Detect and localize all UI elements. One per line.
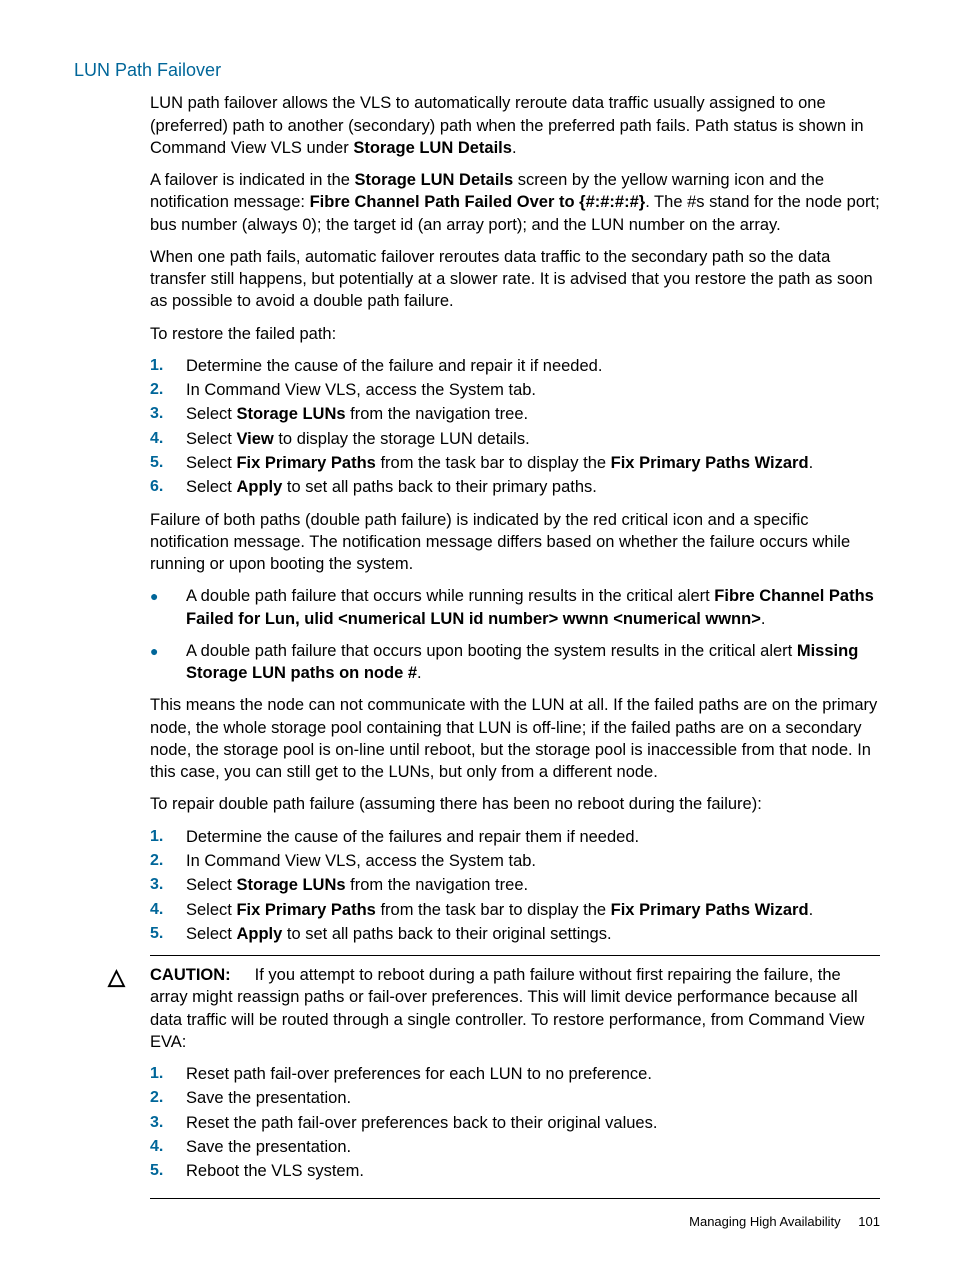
ordered-list-caution: 1.Reset path fail-over preferences for e…	[150, 1063, 880, 1182]
list-number: 1.	[150, 826, 186, 848]
ordered-list-repair: 1.Determine the cause of the failures an…	[150, 826, 880, 945]
list-item: 3.Reset the path fail-over preferences b…	[150, 1112, 880, 1134]
text: In Command View VLS, access the System t…	[186, 850, 880, 872]
list-item: 1.Determine the cause of the failures an…	[150, 826, 880, 848]
paragraph: This means the node can not communicate …	[150, 694, 880, 783]
text: Select Storage LUNs from the navigation …	[186, 874, 880, 896]
list-item: 3.Select Storage LUNs from the navigatio…	[150, 874, 880, 896]
text: Reset the path fail-over preferences bac…	[186, 1112, 880, 1134]
bullet-icon: ●	[150, 640, 186, 685]
bold-term: Storage LUN Details	[355, 171, 514, 189]
text: A double path failure that occurs while …	[186, 585, 880, 630]
list-number: 4.	[150, 1136, 186, 1158]
list-item: 4.Select Fix Primary Paths from the task…	[150, 899, 880, 921]
caution-icon: △	[108, 964, 150, 988]
text: A failover is indicated in the	[150, 171, 355, 189]
list-item: 1.Reset path fail-over preferences for e…	[150, 1063, 880, 1085]
bold-term: Storage LUN Details	[353, 139, 512, 157]
paragraph: LUN path failover allows the VLS to auto…	[150, 92, 880, 159]
list-item: 5.Select Apply to set all paths back to …	[150, 923, 880, 945]
paragraph: Failure of both paths (double path failu…	[150, 509, 880, 576]
list-item: 4.Select View to display the storage LUN…	[150, 428, 880, 450]
caution-label: CAUTION:	[150, 966, 231, 984]
caution-block: △ CAUTION:If you attempt to reboot durin…	[108, 955, 880, 1199]
text: A double path failure that occurs upon b…	[186, 640, 880, 685]
divider	[150, 1198, 880, 1199]
text: Determine the cause of the failure and r…	[186, 355, 880, 377]
section-heading: LUN Path Failover	[74, 58, 880, 82]
text: Select Fix Primary Paths from the task b…	[186, 452, 880, 474]
ordered-list-restore: 1.Determine the cause of the failure and…	[150, 355, 880, 499]
text: Reboot the VLS system.	[186, 1160, 880, 1182]
list-number: 2.	[150, 850, 186, 872]
list-number: 5.	[150, 923, 186, 945]
text: Reset path fail-over preferences for eac…	[186, 1063, 880, 1085]
list-item: ●A double path failure that occurs while…	[150, 585, 880, 630]
list-number: 1.	[150, 1063, 186, 1085]
caution-paragraph: CAUTION:If you attempt to reboot during …	[150, 964, 880, 1053]
bold-term: Fibre Channel Path Failed Over to {#:#:#…	[310, 193, 646, 211]
text: Select Apply to set all paths back to th…	[186, 923, 880, 945]
text: Select Fix Primary Paths from the task b…	[186, 899, 880, 921]
bullet-list: ●A double path failure that occurs while…	[150, 585, 880, 684]
list-number: 4.	[150, 899, 186, 921]
text: Select View to display the storage LUN d…	[186, 428, 880, 450]
list-number: 2.	[150, 379, 186, 401]
list-item: 5.Select Fix Primary Paths from the task…	[150, 452, 880, 474]
list-number: 6.	[150, 476, 186, 498]
divider	[150, 955, 880, 956]
bullet-icon: ●	[150, 585, 186, 630]
text: In Command View VLS, access the System t…	[186, 379, 880, 401]
paragraph: A failover is indicated in the Storage L…	[150, 169, 880, 236]
list-item: 5.Reboot the VLS system.	[150, 1160, 880, 1182]
list-number: 3.	[150, 403, 186, 425]
list-number: 3.	[150, 1112, 186, 1134]
paragraph: To repair double path failure (assuming …	[150, 793, 880, 815]
page-number: 101	[858, 1214, 880, 1229]
text: Determine the cause of the failures and …	[186, 826, 880, 848]
body-column: LUN path failover allows the VLS to auto…	[150, 92, 880, 945]
list-item: 2.In Command View VLS, access the System…	[150, 850, 880, 872]
text: Select Apply to set all paths back to th…	[186, 476, 880, 498]
list-number: 4.	[150, 428, 186, 450]
paragraph: When one path fails, automatic failover …	[150, 246, 880, 313]
text: If you attempt to reboot during a path f…	[150, 966, 864, 1051]
list-item: 1.Determine the cause of the failure and…	[150, 355, 880, 377]
text: .	[512, 139, 517, 157]
list-item: 2.Save the presentation.	[150, 1087, 880, 1109]
list-item: 6.Select Apply to set all paths back to …	[150, 476, 880, 498]
list-number: 1.	[150, 355, 186, 377]
list-item: ●A double path failure that occurs upon …	[150, 640, 880, 685]
footer-text: Managing High Availability	[689, 1214, 841, 1229]
list-item: 2.In Command View VLS, access the System…	[150, 379, 880, 401]
list-number: 5.	[150, 1160, 186, 1182]
list-item: 4.Save the presentation.	[150, 1136, 880, 1158]
text: Select Storage LUNs from the navigation …	[186, 403, 880, 425]
list-number: 2.	[150, 1087, 186, 1109]
text: Save the presentation.	[186, 1136, 880, 1158]
caution-body: CAUTION:If you attempt to reboot during …	[150, 964, 880, 1192]
list-item: 3.Select Storage LUNs from the navigatio…	[150, 403, 880, 425]
list-number: 3.	[150, 874, 186, 896]
page: LUN Path Failover LUN path failover allo…	[0, 0, 954, 1271]
page-footer: Managing High Availability 101	[689, 1213, 880, 1231]
list-number: 5.	[150, 452, 186, 474]
paragraph: To restore the failed path:	[150, 323, 880, 345]
text: Save the presentation.	[186, 1087, 880, 1109]
